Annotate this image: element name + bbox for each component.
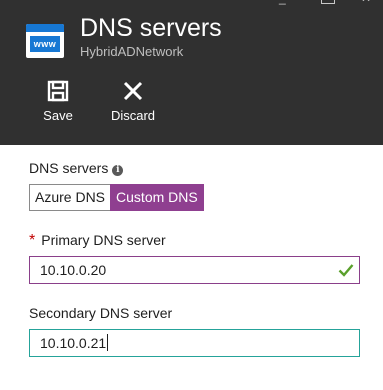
text-caret (107, 334, 109, 351)
dns-icon-text: www (30, 36, 60, 52)
discard-x-icon (123, 81, 143, 101)
valid-checkmark-icon (338, 264, 354, 277)
secondary-dns-value: 10.10.0.21 (40, 335, 107, 351)
close-icon[interactable]: ✕ (361, 0, 375, 4)
page-title: DNS servers (80, 14, 222, 42)
required-marker: * (29, 232, 36, 249)
save-label: Save (43, 108, 73, 123)
dns-servers-label-text: DNS servers (29, 160, 109, 176)
save-button[interactable]: Save (28, 80, 88, 123)
discard-label: Discard (110, 108, 156, 123)
primary-dns-label-text: Primary DNS server (41, 232, 166, 248)
option-azure-dns[interactable]: Azure DNS (29, 184, 111, 211)
primary-dns-label: * Primary DNS server (29, 232, 166, 250)
primary-dns-value: 10.10.0.20 (40, 262, 107, 278)
secondary-dns-label: Secondary DNS server (29, 305, 173, 321)
secondary-dns-input[interactable]: 10.10.0.21 (29, 329, 360, 357)
dns-type-toggle: Azure DNS Custom DNS (29, 184, 204, 211)
maximize-icon[interactable] (321, 0, 335, 4)
option-custom-dns[interactable]: Custom DNS (110, 184, 204, 211)
minimize-icon[interactable]: _ (279, 0, 293, 4)
primary-dns-input[interactable]: 10.10.0.20 (29, 256, 360, 284)
page-subtitle: HybridADNetwork (80, 44, 184, 59)
dns-servers-label: DNS servers i (29, 160, 124, 176)
dns-www-icon: www (26, 24, 64, 58)
blade-header: _ ✕ www DNS servers HybridADNetwork Save… (0, 0, 383, 145)
save-icon (47, 80, 69, 102)
discard-button[interactable]: Discard (103, 80, 163, 123)
info-icon[interactable]: i (112, 165, 124, 176)
